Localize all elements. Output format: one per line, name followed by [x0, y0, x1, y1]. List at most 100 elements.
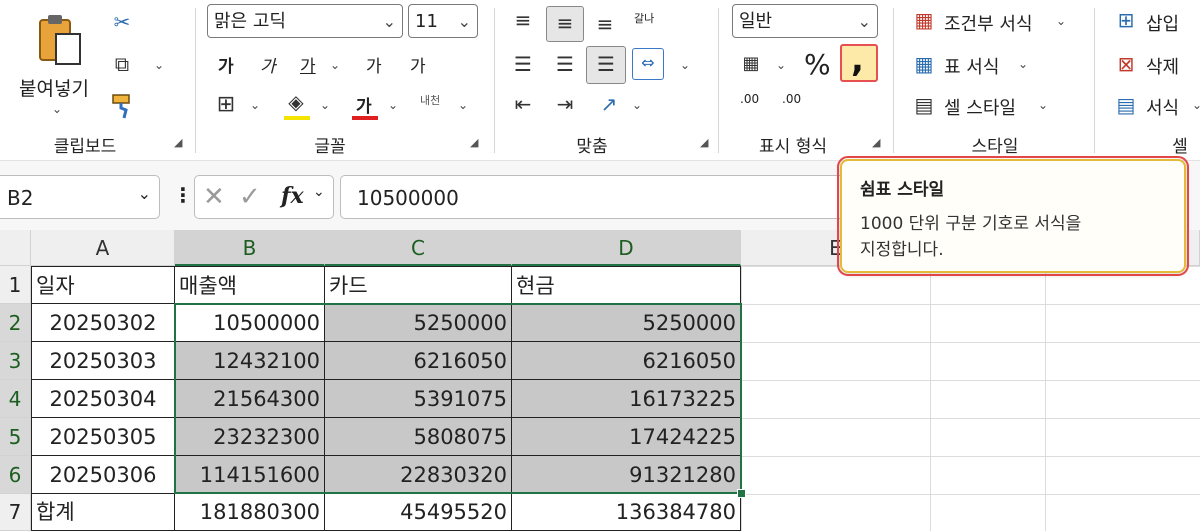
align-right-button[interactable]: ☰: [586, 46, 626, 84]
number-format-dropdown[interactable]: 일반 ⌄: [732, 4, 878, 38]
bold-button[interactable]: 가: [218, 52, 234, 77]
increase-indent-icon[interactable]: ⇥: [552, 92, 578, 116]
row-header[interactable]: 3: [0, 342, 31, 380]
conditional-chevron-icon[interactable]: ⌄: [1056, 14, 1066, 28]
table-cell[interactable]: 20250304: [31, 380, 175, 418]
align-middle-button[interactable]: ≡: [546, 6, 584, 42]
row-header[interactable]: 6: [0, 456, 31, 494]
cell-styles-icon[interactable]: ▤: [910, 93, 938, 117]
table-cell[interactable]: 현금: [512, 266, 741, 304]
column-header-b[interactable]: B: [175, 230, 325, 266]
delete-cells-button[interactable]: 삭제: [1146, 53, 1179, 79]
accounting-format-icon[interactable]: ▦: [736, 52, 766, 76]
merge-chevron-icon[interactable]: ⌄: [680, 58, 690, 72]
table-cell[interactable]: 합계: [31, 494, 175, 531]
name-box[interactable]: B2 ⌄: [0, 175, 160, 219]
row-header[interactable]: 7: [0, 494, 31, 531]
format-cells-chevron-icon[interactable]: ⌄: [1192, 98, 1200, 112]
align-middle-icon: ≡: [556, 11, 574, 35]
format-table-icon[interactable]: ▦: [910, 52, 938, 76]
column-header-d[interactable]: D: [512, 230, 741, 266]
font-color-button[interactable]: 가: [356, 92, 372, 117]
fill-handle[interactable]: [737, 489, 746, 498]
delete-cells-icon[interactable]: ⊠: [1112, 52, 1140, 76]
format-painter-icon[interactable]: [110, 92, 138, 120]
comma-style-button[interactable]: ,: [840, 40, 878, 82]
row-header[interactable]: 2: [0, 304, 31, 342]
dialog-launcher-icon[interactable]: ◢: [174, 137, 186, 149]
grow-font-button[interactable]: 가: [366, 52, 382, 77]
accounting-chevron-icon[interactable]: ⌄: [776, 58, 786, 72]
insert-cells-icon[interactable]: ⊞: [1112, 8, 1140, 32]
paste-button[interactable]: 붙여넣기 ⌄: [14, 8, 98, 126]
fill-color-icon[interactable]: ◈: [282, 90, 310, 114]
insert-cells-button[interactable]: 삽입: [1146, 10, 1179, 36]
border-chevron-icon[interactable]: ⌄: [250, 98, 260, 112]
chevron-down-icon: ⌄: [382, 12, 396, 31]
font-size-dropdown[interactable]: 11 ⌄: [408, 4, 478, 38]
align-left-icon[interactable]: ☰: [510, 52, 536, 76]
phonetic-chevron-icon[interactable]: ⌄: [458, 98, 468, 112]
cell-styles-button[interactable]: 셀 스타일: [944, 94, 1016, 120]
formula-input[interactable]: 10500000: [340, 175, 860, 219]
cells-group-label: 셀: [1172, 137, 1188, 157]
align-top-icon[interactable]: ≡: [510, 8, 536, 32]
enter-icon[interactable]: ✓: [239, 182, 261, 212]
table-cell[interactable]: 181880300: [175, 494, 325, 531]
phonetic-button[interactable]: 내천: [420, 92, 440, 108]
column-header-c[interactable]: C: [325, 230, 512, 266]
row-header[interactable]: 1: [0, 266, 31, 304]
dialog-launcher-icon[interactable]: ◢: [470, 137, 482, 149]
percent-button[interactable]: %: [804, 48, 831, 81]
row-header[interactable]: 4: [0, 380, 31, 418]
shrink-font-button[interactable]: 가: [410, 52, 426, 77]
orientation-chevron-icon[interactable]: ⌄: [632, 98, 642, 112]
underline-button[interactable]: 가: [300, 52, 316, 77]
align-center-icon[interactable]: ☰: [552, 52, 578, 76]
dialog-launcher-icon[interactable]: ◢: [872, 137, 884, 149]
align-bottom-icon[interactable]: ≡: [592, 12, 618, 36]
cancel-icon[interactable]: ✕: [203, 182, 225, 212]
format-cells-icon[interactable]: ▤: [1112, 93, 1140, 117]
more-options-icon[interactable]: ⋮: [173, 183, 193, 207]
italic-button[interactable]: 가: [260, 52, 276, 77]
border-icon[interactable]: ⊞: [212, 93, 240, 117]
conditional-format-button[interactable]: 조건부 서식: [944, 10, 1033, 36]
font-color-chevron-icon[interactable]: ⌄: [388, 98, 398, 112]
tooltip-line-2: 지정합니다.: [860, 240, 944, 260]
copy-chevron-icon[interactable]: ⌄: [154, 58, 164, 72]
table-cell[interactable]: 카드: [325, 266, 512, 304]
font-name-dropdown[interactable]: 맑은 고딕 ⌄: [207, 4, 403, 38]
format-cells-button[interactable]: 서식: [1146, 94, 1179, 120]
decrease-decimal-button[interactable]: .00: [780, 92, 810, 122]
format-table-button[interactable]: 표 서식: [944, 53, 999, 79]
table-cell[interactable]: 일자: [31, 266, 175, 304]
table-cell[interactable]: 20250306: [31, 456, 175, 494]
insert-function-button[interactable]: fx: [281, 183, 304, 209]
table-cell[interactable]: 매출액: [175, 266, 325, 304]
chevron-down-icon: ⌄: [313, 184, 325, 200]
fill-color-chevron-icon[interactable]: ⌄: [320, 98, 330, 112]
merge-center-button[interactable]: ⇔: [632, 48, 664, 80]
row-header[interactable]: 5: [0, 418, 31, 456]
table-cell[interactable]: 20250305: [31, 418, 175, 456]
cut-icon[interactable]: ✂: [108, 10, 136, 34]
dialog-launcher-icon[interactable]: ◢: [700, 137, 712, 149]
table-cell[interactable]: 20250302: [31, 304, 175, 342]
number-format-value: 일반: [739, 11, 773, 32]
chevron-down-icon: ⌄: [137, 184, 151, 203]
conditional-format-icon[interactable]: ▦: [910, 8, 938, 32]
table-cell[interactable]: 20250303: [31, 342, 175, 380]
table-cell[interactable]: 136384780: [512, 494, 741, 531]
select-all-corner[interactable]: [0, 230, 31, 266]
underline-chevron-icon[interactable]: ⌄: [330, 58, 340, 72]
column-header-a[interactable]: A: [31, 230, 175, 266]
text-direction-button[interactable]: 갈나: [634, 10, 654, 26]
orientation-icon[interactable]: ↗: [596, 92, 622, 116]
increase-decimal-button[interactable]: .00: [738, 92, 768, 122]
table-cell[interactable]: 45495520: [325, 494, 512, 531]
copy-icon[interactable]: ⧉: [108, 52, 136, 76]
cell-styles-chevron-icon[interactable]: ⌄: [1038, 98, 1048, 112]
format-table-chevron-icon[interactable]: ⌄: [1018, 57, 1028, 71]
decrease-indent-icon[interactable]: ⇤: [510, 92, 536, 116]
